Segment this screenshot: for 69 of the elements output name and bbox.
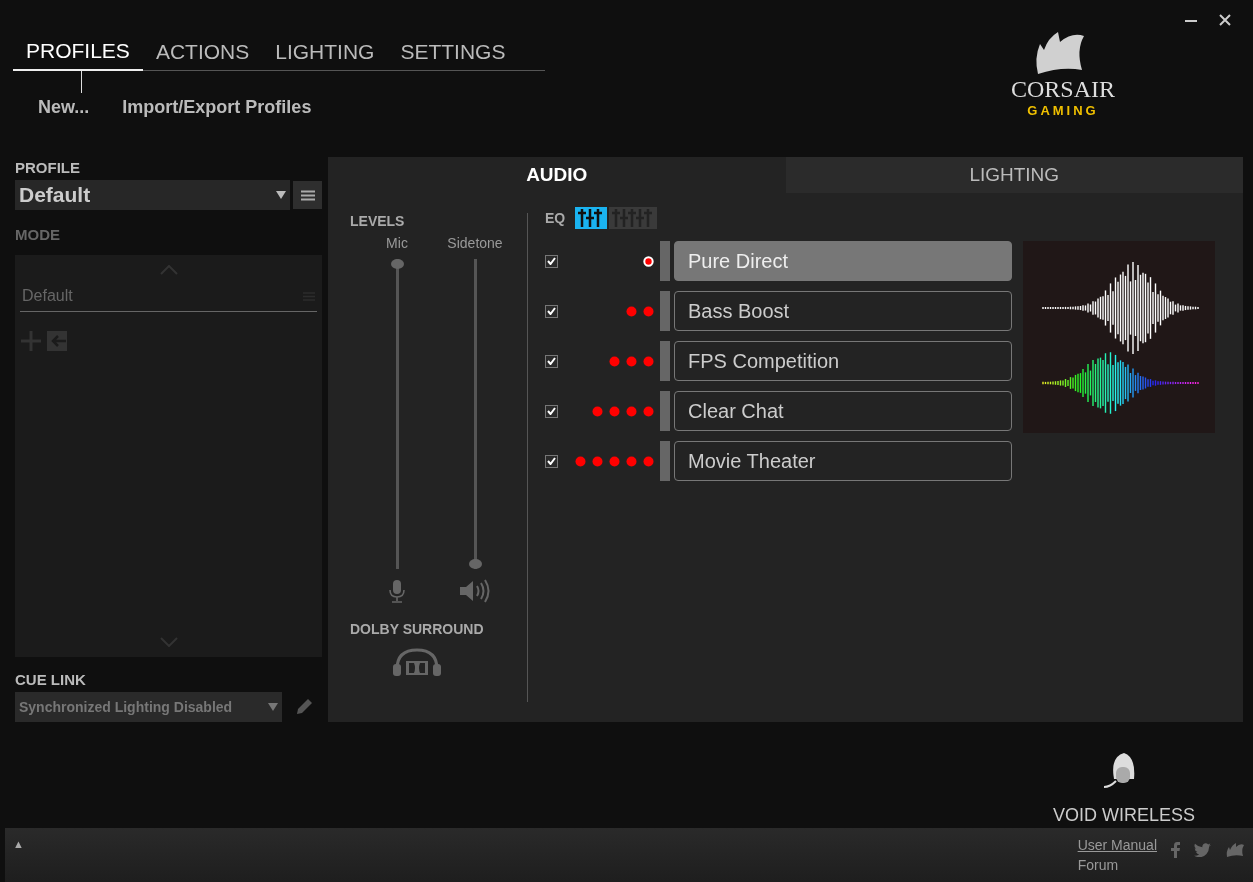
eq-preset-button[interactable]: FPS Competition [674,341,1012,381]
dot-icon [609,405,620,417]
nav-tab[interactable]: ACTIONS [142,35,263,71]
profile-action-button[interactable]: New... [38,97,90,118]
panel-tab[interactable]: LIGHTING [785,157,1243,193]
menu-button[interactable] [293,181,322,209]
section-label: CUE LINK [15,671,87,688]
profile-action-button[interactable]: Import/Export Profiles [122,97,312,118]
eq-view-toggle[interactable] [575,207,608,229]
menu-icon [300,189,315,201]
facebook-icon[interactable] [1171,842,1180,858]
brand-name: CORSAIR [1011,76,1115,103]
preset-handle [660,341,670,381]
brand-tagline: GAMING [1027,103,1099,118]
preset-handle [660,391,670,431]
dot-icon [592,455,603,467]
footer-link[interactable]: User Manual [1077,837,1157,853]
preset-handle [660,291,670,331]
preset-handle [660,441,670,481]
nav-tab[interactable]: LIGHTING [262,35,388,71]
dropdown-caret-icon [276,191,286,199]
pencil-icon[interactable] [294,697,314,717]
close-icon[interactable] [1219,14,1231,26]
dot-icon [609,355,620,367]
dot-icon [643,355,654,367]
dot-icon [643,405,654,417]
dot-icon [609,455,620,467]
equalizer-icon [612,207,655,229]
dot-icon [626,455,637,467]
dot-icon [626,405,637,417]
eq-view-toggle[interactable] [609,207,658,229]
preset-checkbox[interactable] [545,304,558,318]
preset-checkbox[interactable] [545,354,558,368]
nav-tab[interactable]: PROFILES [13,35,143,71]
slider-label: Sidetone [447,235,503,251]
slider-thumb[interactable] [468,559,482,569]
section-label: PROFILE [15,159,81,176]
microphone-icon [387,579,407,603]
eq-preset-button[interactable]: Movie Theater [674,441,1012,481]
slider-label: Mic [386,235,408,251]
nav-tab[interactable]: SETTINGS [387,35,519,71]
sails-logo-icon[interactable] [1225,842,1245,858]
equalizer-icon [578,207,605,229]
preset-checkbox[interactable] [545,404,558,418]
slider-thumb[interactable] [390,259,404,269]
preset-checkbox[interactable] [545,254,558,268]
device-name: VOID WIRELESS [1052,805,1195,826]
section-label: DOLBY SURROUND [350,621,484,637]
profile-dropdown[interactable]: Default [15,180,290,210]
footer-link[interactable]: Forum [1077,857,1157,873]
preset-checkbox[interactable] [545,454,558,468]
dot-icon [592,405,603,417]
dot-icon [643,305,654,317]
eq-preset-button[interactable]: Pure Direct [674,241,1012,281]
twitter-icon[interactable] [1194,843,1211,857]
dolby-headphones-icon[interactable] [391,647,442,677]
section-label: MODE [15,226,61,243]
eq-preset-button[interactable]: Clear Chat [674,391,1012,431]
expand-toggle[interactable]: ▲ [13,838,24,850]
preset-handle [660,241,670,281]
dot-icon [626,305,637,317]
dot-icon [626,355,637,367]
dropdown-caret-icon [268,703,278,711]
dot-icon [575,455,586,467]
dot-icon [643,455,654,467]
eq-label: EQ [545,210,566,226]
speaker-icon [459,579,491,603]
section-label: LEVELS [350,213,406,229]
eq-preset-button[interactable]: Bass Boost [674,291,1012,331]
